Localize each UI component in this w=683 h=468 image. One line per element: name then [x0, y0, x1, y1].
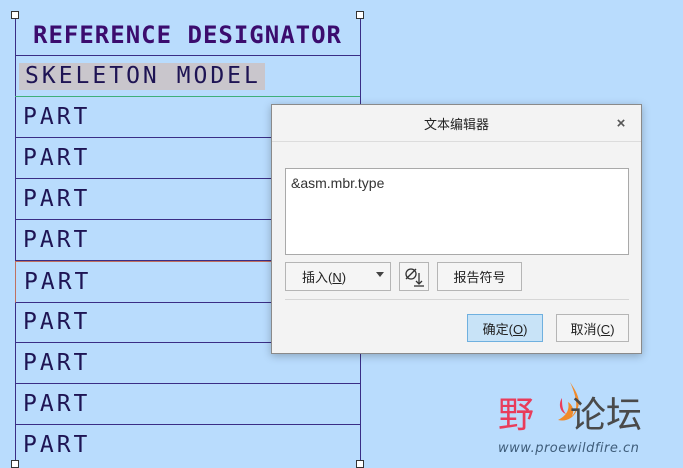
watermark-logo-text: 野论坛 — [498, 395, 643, 436]
table-header-text: REFERENCE DESIGNATOR — [33, 21, 342, 49]
ok-button[interactable]: 确定(O) — [467, 314, 543, 342]
table-cell-text: PART — [23, 349, 91, 376]
table-header-row[interactable]: REFERENCE DESIGNATOR — [15, 15, 360, 56]
watermark-url: www.proewildfire.cn — [498, 441, 640, 456]
table-cell-text: PART — [23, 185, 91, 212]
text-editor-dialog: 文本编辑器 × 插入(N) 报告符号 确定(O) 取消(C) — [271, 104, 642, 354]
close-icon[interactable]: × — [613, 114, 629, 132]
table-cell-text: SKELETON MODEL — [19, 62, 265, 90]
selection-handle-top-right[interactable] — [356, 11, 364, 19]
selection-handle-bottom-right[interactable] — [356, 460, 364, 468]
dialog-divider — [285, 299, 629, 300]
report-symbols-label: 报告符号 — [453, 270, 506, 285]
close-glyph: × — [616, 114, 626, 132]
cancel-label: 取消(C) — [570, 321, 615, 337]
table-row-skeleton[interactable]: SKELETON MODEL — [15, 56, 360, 97]
selection-handle-bottom-left[interactable] — [11, 460, 19, 468]
table-cell-text: PART — [23, 103, 91, 130]
ok-label: 确定(O) — [482, 321, 528, 337]
table-row[interactable]: PART — [15, 384, 360, 425]
text-editor-input[interactable] — [285, 168, 629, 255]
table-row[interactable]: PART — [15, 425, 360, 465]
table-cell-text: PART — [23, 144, 91, 171]
selection-handle-top-left[interactable] — [11, 11, 19, 19]
diameter-down-icon — [405, 267, 424, 287]
chevron-down-icon — [376, 272, 384, 277]
insert-dropdown-button[interactable]: 插入(N) — [285, 262, 391, 291]
table-cell-text: PART — [23, 390, 91, 417]
table-cell-text: PART — [23, 308, 91, 335]
table-cell-text: PART — [23, 431, 91, 458]
insert-label: 插入(N) — [302, 270, 347, 285]
report-symbols-button[interactable]: 报告符号 — [437, 262, 522, 291]
dialog-title-bar[interactable]: 文本编辑器 — [272, 105, 641, 142]
dialog-title: 文本编辑器 — [423, 116, 489, 132]
table-cell-text: PART — [23, 226, 91, 253]
cancel-button[interactable]: 取消(C) — [556, 314, 629, 342]
table-cell-text: PART — [24, 268, 92, 295]
symbol-button[interactable] — [399, 262, 429, 291]
